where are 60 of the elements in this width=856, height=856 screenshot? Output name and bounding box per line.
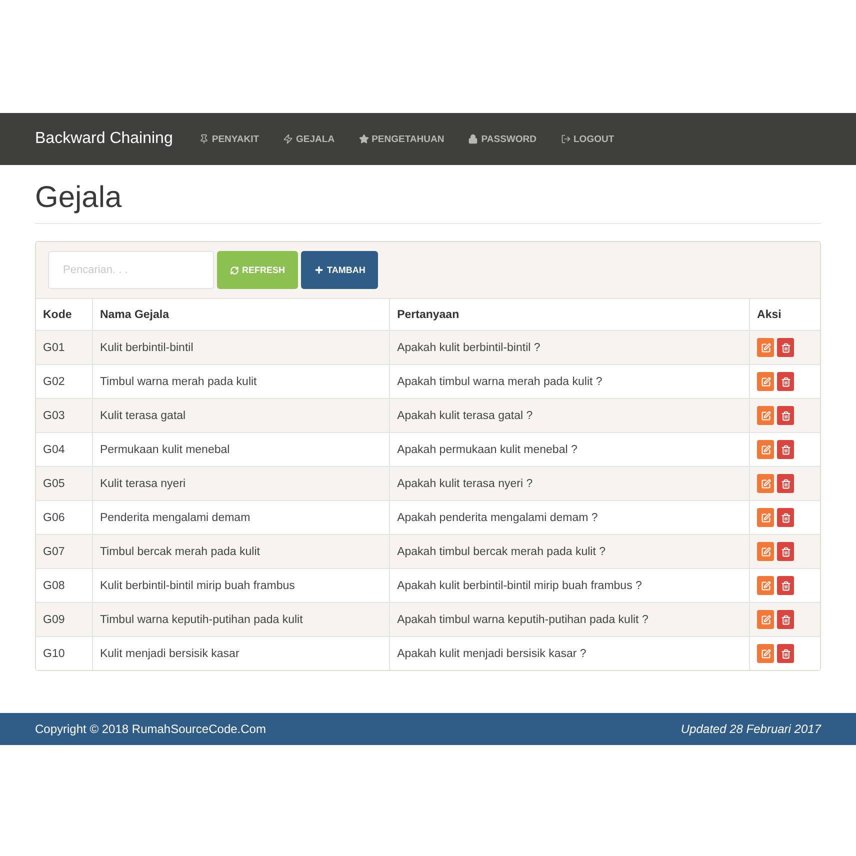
edit-icon (760, 342, 771, 352)
edit-icon (760, 614, 771, 624)
edit-button[interactable] (757, 576, 774, 595)
edit-button[interactable] (757, 372, 774, 391)
edit-icon (760, 546, 771, 556)
edit-button[interactable] (757, 406, 774, 425)
table-cell: G10 (36, 636, 92, 670)
delete-button[interactable] (777, 508, 794, 527)
delete-button[interactable] (777, 440, 794, 459)
nav-link[interactable]: PASSWORD (468, 134, 536, 144)
trash-icon (780, 478, 791, 488)
add-button[interactable]: TAMBAH (301, 251, 378, 289)
edit-button[interactable] (757, 644, 774, 663)
edit-icon (760, 512, 771, 522)
brand-title[interactable]: Backward Chaining (35, 130, 173, 148)
trash-icon (780, 512, 791, 522)
edit-button[interactable] (757, 542, 774, 561)
page-title: Gejala (35, 165, 821, 224)
plus-icon (314, 265, 324, 275)
updated-text: Updated 28 Februari 2017 (680, 722, 821, 736)
nav-icon (198, 134, 209, 144)
delete-button[interactable] (777, 644, 794, 663)
delete-button[interactable] (777, 542, 794, 561)
delete-button[interactable] (777, 576, 794, 595)
nav-link[interactable]: GEJALA (283, 134, 335, 144)
trash-icon (780, 614, 791, 624)
nav-icon (468, 134, 478, 144)
nav-icon (560, 134, 570, 144)
trash-icon (780, 342, 791, 352)
edit-button[interactable] (757, 474, 774, 493)
edit-icon (760, 376, 771, 386)
edit-button[interactable] (757, 508, 774, 527)
delete-button[interactable] (777, 474, 794, 493)
trash-icon (780, 444, 791, 454)
trash-icon (780, 546, 791, 556)
nav-icon (358, 134, 369, 144)
edit-icon (760, 478, 771, 488)
nav-link[interactable]: LOGOUT (560, 134, 614, 144)
refresh-icon (230, 266, 239, 274)
copyright-text: Copyright © 2018 RumahSourceCode.Com (35, 722, 266, 736)
nav-icon (283, 134, 294, 144)
edit-icon (760, 444, 771, 454)
edit-button[interactable] (757, 440, 774, 459)
trash-icon (780, 376, 791, 386)
nav-link[interactable]: PENYAKIT (198, 134, 260, 144)
trash-icon (780, 410, 791, 420)
delete-button[interactable] (777, 338, 794, 357)
trash-icon (780, 580, 791, 590)
edit-icon (760, 648, 771, 658)
edit-button[interactable] (757, 610, 774, 629)
delete-button[interactable] (777, 406, 794, 425)
table-cell: Apakah kulit menjadi bersisik kasar ? (390, 636, 750, 670)
delete-button[interactable] (777, 372, 794, 391)
trash-icon (780, 648, 791, 658)
edit-icon (760, 580, 771, 590)
delete-button[interactable] (777, 610, 794, 629)
edit-button[interactable] (757, 338, 774, 357)
edit-icon (760, 410, 771, 420)
nav-link[interactable]: PENGETAHUAN (358, 134, 444, 144)
table-cell: Kulit menjadi bersisik kasar (92, 636, 390, 670)
